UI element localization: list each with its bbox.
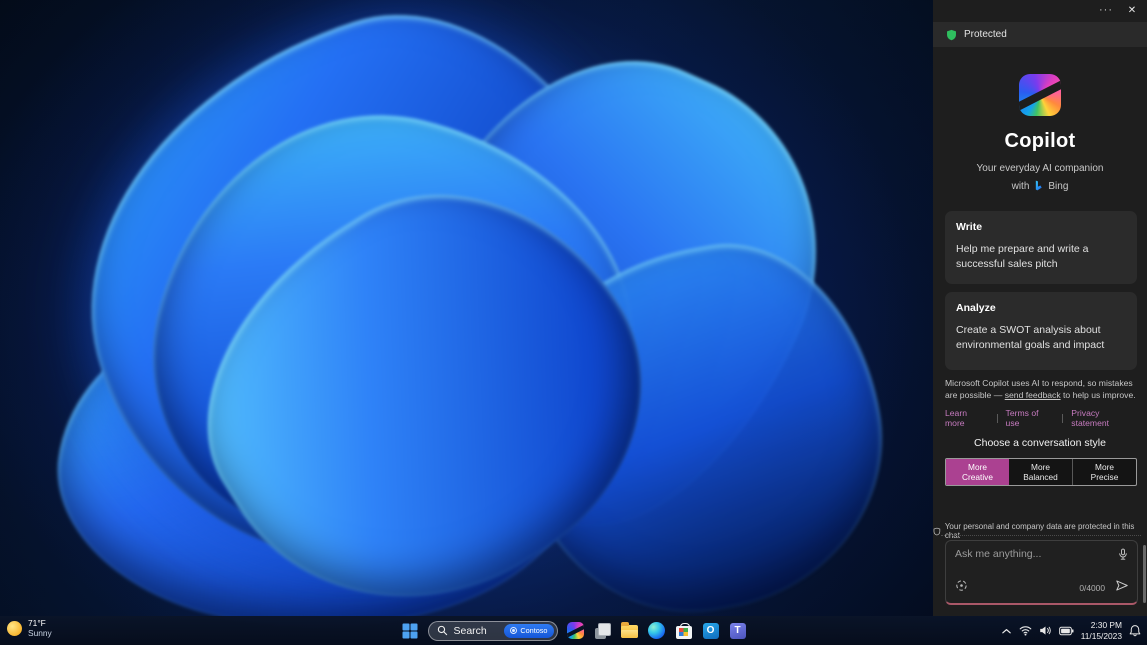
taskbar: 71°F Sunny Search Contoso O T 2:30 PM 11… xyxy=(0,616,1147,645)
search-label: Search xyxy=(453,624,487,637)
divider xyxy=(996,413,998,423)
panel-scrollbar[interactable] xyxy=(1143,545,1146,603)
show-hidden-icons-button[interactable] xyxy=(1001,627,1012,635)
close-button[interactable]: ✕ xyxy=(1123,3,1141,19)
bell-icon xyxy=(1129,625,1141,637)
search-icon xyxy=(437,625,447,636)
taskbar-app-outlook[interactable] xyxy=(702,622,720,640)
volume-button[interactable] xyxy=(1039,625,1052,636)
microphone-button[interactable] xyxy=(1117,548,1129,566)
taskbar-app-microsoft-store[interactable] xyxy=(675,622,693,640)
contoso-search-badge[interactable]: Contoso xyxy=(504,623,554,638)
outlook-icon xyxy=(702,622,719,639)
copilot-panel-topbar: ··· ✕ xyxy=(933,0,1147,22)
disclaimer-text: to help us improve. xyxy=(1060,389,1136,400)
bing-icon xyxy=(1036,180,1043,191)
speaker-icon xyxy=(1039,626,1051,635)
conversation-style-title: Choose a conversation style xyxy=(974,437,1106,449)
send-button[interactable] xyxy=(1115,579,1129,597)
clock-widget[interactable]: 2:30 PM 11/15/2023 xyxy=(1081,620,1122,640)
tab-label-line: More xyxy=(1031,461,1050,472)
chevron-up-icon xyxy=(1001,628,1011,633)
suggestion-card-write[interactable]: Write Help me prepare and write a succes… xyxy=(945,211,1137,284)
tab-label-line: Precise xyxy=(1090,472,1119,482)
taskbar-app-copilot[interactable] xyxy=(567,622,585,640)
system-tray: 2:30 PM 11/15/2023 xyxy=(1001,616,1141,645)
card-description: Create a SWOT analysis about environment… xyxy=(956,324,1105,352)
character-counter: 0/4000 xyxy=(1079,583,1105,593)
tab-label-line: More xyxy=(1095,461,1114,472)
data-protection-text: Your personal and company data are prote… xyxy=(944,522,1135,540)
input-bottom-row: 0/4000 xyxy=(955,579,1129,597)
with-bing-row: with Bing xyxy=(933,180,1147,192)
windows-logo-icon xyxy=(402,623,417,638)
privacy-statement-link[interactable]: Privacy statement xyxy=(1071,408,1139,428)
taskbar-app-file-explorer[interactable] xyxy=(621,622,639,640)
taskbar-center: Search Contoso xyxy=(401,616,747,645)
tab-more-balanced[interactable]: More Balanced xyxy=(1009,459,1073,485)
tab-label-line: Creative xyxy=(962,472,993,482)
send-icon xyxy=(1116,580,1128,591)
terms-of-use-link[interactable]: Terms of use xyxy=(1006,408,1055,428)
shield-outline-icon xyxy=(933,527,941,535)
tray-date: 11/15/2023 xyxy=(1080,630,1122,641)
copilot-panel: ··· ✕ Protected Copilot Your everyday AI… xyxy=(933,0,1147,616)
wifi-icon xyxy=(1019,626,1032,636)
contoso-badge-label: Contoso xyxy=(520,626,548,635)
copilot-subtitle: Your everyday AI companion xyxy=(976,163,1104,174)
with-label: with xyxy=(1011,180,1030,192)
tab-more-precise[interactable]: More Precise xyxy=(1073,459,1136,485)
ask-input[interactable] xyxy=(955,548,1109,560)
protected-status-bar: Protected xyxy=(933,22,1147,47)
visual-search-button[interactable] xyxy=(955,579,968,597)
screen: ··· ✕ Protected Copilot Your everyday AI… xyxy=(0,0,1147,645)
tab-label-line: Balanced xyxy=(1023,472,1058,482)
data-protection-note: Your personal and company data are prote… xyxy=(933,522,1147,540)
learn-more-link[interactable]: Learn more xyxy=(945,408,989,428)
conversation-style-tabs: More Creative More Balanced More Precise xyxy=(945,458,1137,486)
visual-search-icon xyxy=(956,580,967,591)
task-view-icon xyxy=(594,622,611,639)
start-button[interactable] xyxy=(401,622,419,640)
card-description: Help me prepare and write a successful s… xyxy=(956,243,1089,271)
send-feedback-link[interactable]: send feedback xyxy=(1005,390,1061,400)
suggestion-card-analyze[interactable]: Analyze Create a SWOT analysis about env… xyxy=(945,292,1137,370)
battery-icon xyxy=(1058,626,1074,635)
teams-icon xyxy=(729,622,746,639)
weather-widget[interactable]: 71°F Sunny xyxy=(7,618,52,638)
microphone-icon xyxy=(1119,548,1127,560)
taskbar-search-box[interactable]: Search Contoso xyxy=(427,620,558,641)
card-title: Analyze xyxy=(956,302,996,314)
microsoft-store-icon xyxy=(675,622,692,639)
task-view-button[interactable] xyxy=(594,622,612,640)
taskbar-app-teams[interactable] xyxy=(729,622,747,640)
more-options-button[interactable]: ··· xyxy=(1097,3,1115,19)
chat-input-box: 0/4000 xyxy=(945,540,1138,605)
copilot-icon xyxy=(567,622,584,639)
taskbar-app-edge[interactable] xyxy=(648,622,666,640)
wifi-status-button[interactable] xyxy=(1019,625,1032,636)
protected-shield-icon xyxy=(947,29,956,40)
file-explorer-icon xyxy=(621,622,638,638)
tab-label-line: More xyxy=(968,461,987,472)
notifications-button[interactable] xyxy=(1129,624,1141,637)
policy-links-row: Learn more Terms of use Privacy statemen… xyxy=(945,408,1139,428)
copilot-title: Copilot xyxy=(1004,130,1076,152)
tray-time: 2:30 PM xyxy=(1090,620,1122,631)
ai-disclaimer: Microsoft Copilot uses AI to respond, so… xyxy=(945,378,1139,401)
protected-label: Protected xyxy=(964,29,1007,40)
input-divider xyxy=(941,535,1141,536)
battery-button[interactable] xyxy=(1058,626,1074,636)
tab-more-creative[interactable]: More Creative xyxy=(946,459,1009,485)
card-title: Write xyxy=(956,221,983,233)
sunny-weather-icon xyxy=(7,621,22,637)
copilot-logo xyxy=(1019,74,1061,116)
bing-label: Bing xyxy=(1048,180,1069,192)
contoso-logo-icon xyxy=(510,627,518,634)
edge-browser-icon xyxy=(648,622,665,639)
weather-condition: Sunny xyxy=(28,627,52,638)
divider xyxy=(1062,413,1064,423)
